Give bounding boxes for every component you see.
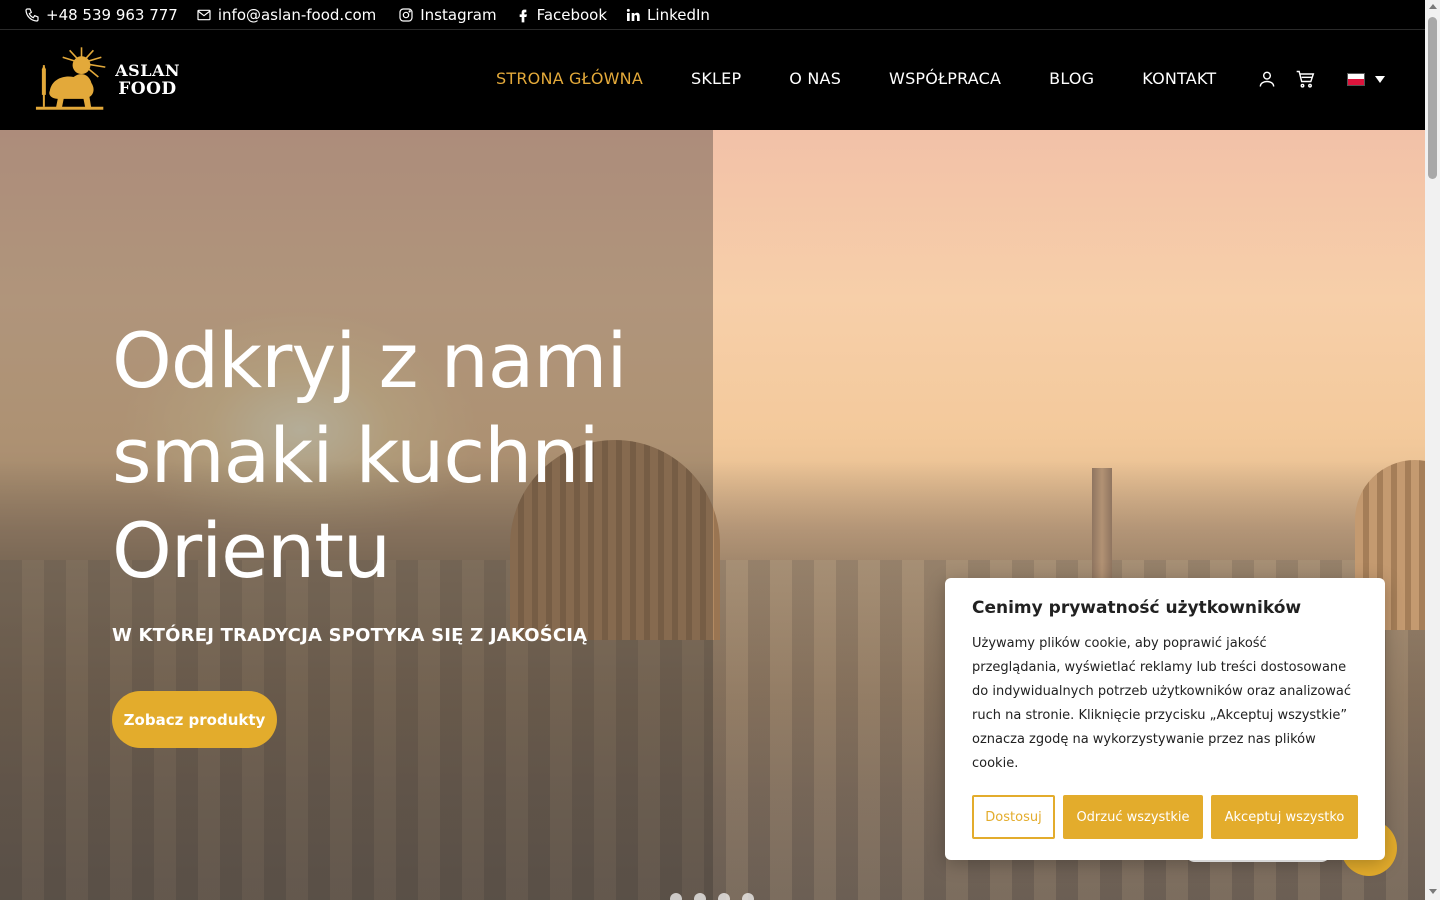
nav-about[interactable]: O NAS bbox=[789, 69, 841, 88]
cookie-text: Używamy plików cookie, aby poprawić jako… bbox=[972, 636, 1352, 771]
language-switcher[interactable] bbox=[1347, 72, 1385, 86]
main-nav: STRONA GŁÓWNA SKLEP O NAS WSPÓŁPRACA BLO… bbox=[496, 69, 1216, 88]
linkedin-link[interactable]: LinkedIn bbox=[625, 6, 710, 24]
site-header: ASLAN FOOD STRONA GŁÓWNA SKLEP O NAS WSP… bbox=[0, 31, 1425, 130]
logo-wordmark: ASLAN FOOD bbox=[115, 61, 180, 99]
linkedin-icon bbox=[626, 8, 640, 21]
nav-shop[interactable]: SKLEP bbox=[691, 69, 741, 88]
cookie-buttons: Dostosuj Odrzuć wszystkie Akceptuj wszys… bbox=[972, 795, 1358, 839]
hero-title: Odkryj z nami smaki kuchni Orientu bbox=[112, 316, 628, 595]
site-logo[interactable]: ASLAN FOOD bbox=[30, 45, 180, 115]
instagram-text: Instagram bbox=[420, 5, 497, 24]
facebook-link[interactable]: Facebook bbox=[515, 6, 607, 24]
caret-down-icon bbox=[1375, 75, 1385, 83]
phone-text: +48 539 963 777 bbox=[46, 5, 178, 24]
header-actions bbox=[1257, 69, 1385, 89]
lion-sun-logo-icon bbox=[35, 47, 106, 110]
slider-dots bbox=[670, 893, 754, 900]
nav-contact[interactable]: KONTAKT bbox=[1142, 69, 1216, 88]
user-icon[interactable] bbox=[1257, 69, 1277, 89]
nav-blog[interactable]: BLOG bbox=[1049, 69, 1094, 88]
cookie-title: Cenimy prywatność użytkowników bbox=[972, 598, 1302, 618]
slider-dot-1[interactable] bbox=[670, 893, 682, 900]
logo-line-2: FOOD bbox=[118, 79, 177, 99]
nav-cooperation[interactable]: WSPÓŁPRACA bbox=[889, 69, 1001, 88]
cart-icon[interactable] bbox=[1295, 69, 1315, 89]
scroll-up-arrow-icon[interactable] bbox=[1429, 4, 1437, 9]
hero-subtitle: W KTÓREJ TRADYCJA SPOTYKA SIĘ Z JAKOŚCIĄ bbox=[112, 625, 588, 646]
scroll-thumb[interactable] bbox=[1428, 17, 1437, 179]
instagram-link[interactable]: Instagram bbox=[398, 5, 497, 24]
page-scrollbar[interactable] bbox=[1425, 0, 1440, 900]
nav-home[interactable]: STRONA GŁÓWNA bbox=[496, 69, 643, 88]
linkedin-text: LinkedIn bbox=[647, 5, 710, 24]
slider-dot-3[interactable] bbox=[718, 893, 730, 900]
slider-dot-4[interactable] bbox=[742, 893, 754, 900]
cookie-consent-dialog: Cenimy prywatność użytkowników Używamy p… bbox=[945, 578, 1385, 860]
see-products-button[interactable]: Zobacz produkty bbox=[112, 691, 277, 748]
scroll-down-arrow-icon[interactable] bbox=[1429, 889, 1437, 894]
mail-icon bbox=[197, 9, 211, 20]
reject-all-button[interactable]: Odrzuć wszystkie bbox=[1063, 795, 1203, 839]
slider-dot-2[interactable] bbox=[694, 893, 706, 900]
instagram-icon bbox=[399, 7, 413, 22]
logo-line-1: ASLAN bbox=[115, 61, 180, 80]
customize-button[interactable]: Dostosuj bbox=[972, 795, 1055, 839]
email-text: info@aslan-food.com bbox=[217, 5, 377, 24]
facebook-icon bbox=[519, 9, 527, 22]
phone-icon bbox=[25, 7, 39, 22]
accept-all-button[interactable]: Akceptuj wszystko bbox=[1211, 795, 1358, 839]
phone-link[interactable]: +48 539 963 777 bbox=[24, 6, 178, 24]
polish-flag-icon bbox=[1347, 72, 1365, 86]
facebook-text: Facebook bbox=[536, 5, 608, 24]
email-link[interactable]: info@aslan-food.com bbox=[196, 6, 376, 24]
top-bar: +48 539 963 777 info@aslan-food.com Inst… bbox=[0, 0, 1425, 30]
